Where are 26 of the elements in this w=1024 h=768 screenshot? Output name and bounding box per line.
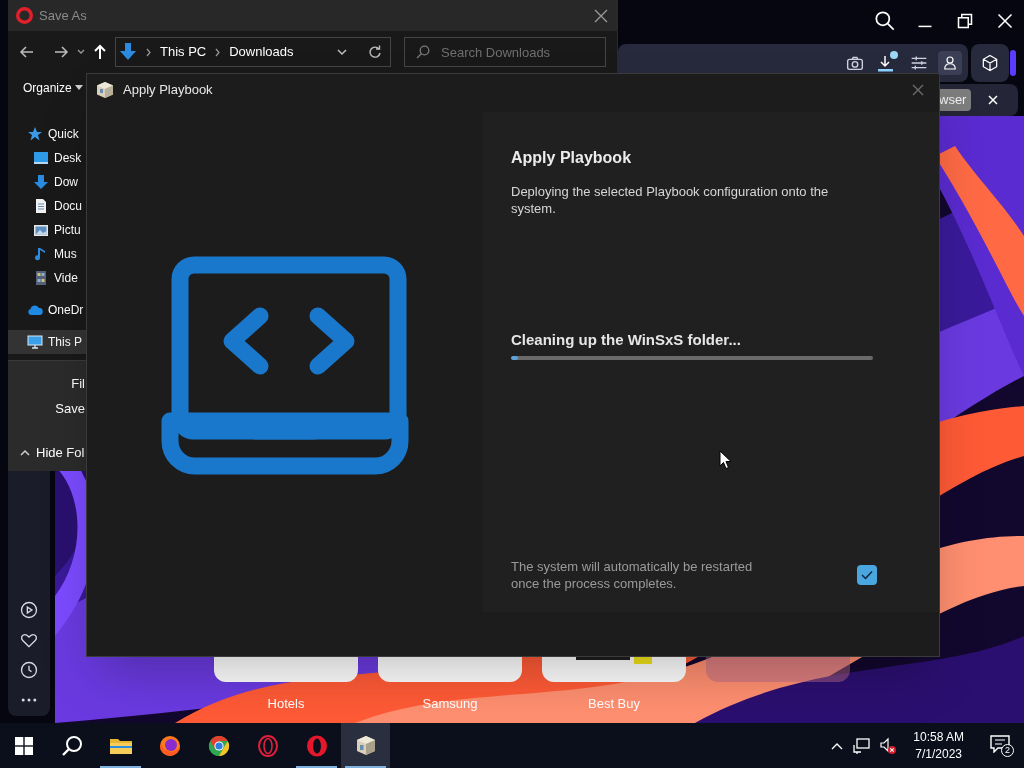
notification-count: 2 [1001, 743, 1014, 757]
nav-item[interactable]: Pictu [8, 218, 86, 242]
field-label: Save [55, 400, 85, 418]
search-field[interactable]: Search Downloads [404, 37, 606, 67]
nav-item[interactable]: Dow [8, 170, 86, 194]
heading: Apply Playbook [511, 148, 633, 168]
description: Deploying the selected Playbook configuration onto the system. [511, 183, 830, 217]
restart-note: The system will automatically be restarted once the process completes. [511, 558, 754, 592]
organize-button[interactable]: Organize [23, 79, 83, 97]
breadcrumb-item[interactable]: This PC [160, 42, 207, 62]
nav-item[interactable]: Docu [8, 194, 86, 218]
hide-folders-button[interactable]: Hide Fol [20, 443, 85, 463]
notifications-button[interactable]: 2 [990, 734, 1014, 757]
address-bar[interactable]: This PC Downloads [115, 37, 391, 67]
window-title: Save As [39, 6, 88, 25]
field-label: Fil [71, 375, 85, 393]
nav-item[interactable]: OneDr [8, 298, 86, 322]
clock[interactable]: 10:58 AM 7/1/2023 [913, 728, 964, 763]
nav-item[interactable]: Desk [8, 146, 86, 170]
nav-item[interactable]: Mus [8, 242, 86, 266]
nav-item[interactable]: Quick [8, 122, 86, 146]
nav-item[interactable]: This P [8, 330, 86, 354]
nav-item[interactable]: Vide [8, 266, 86, 290]
breadcrumb-item[interactable]: Downloads [229, 42, 294, 62]
status-text: Cleaning up the WinSxS folder... [511, 330, 742, 350]
dialog-title: Apply Playbook [123, 81, 214, 100]
